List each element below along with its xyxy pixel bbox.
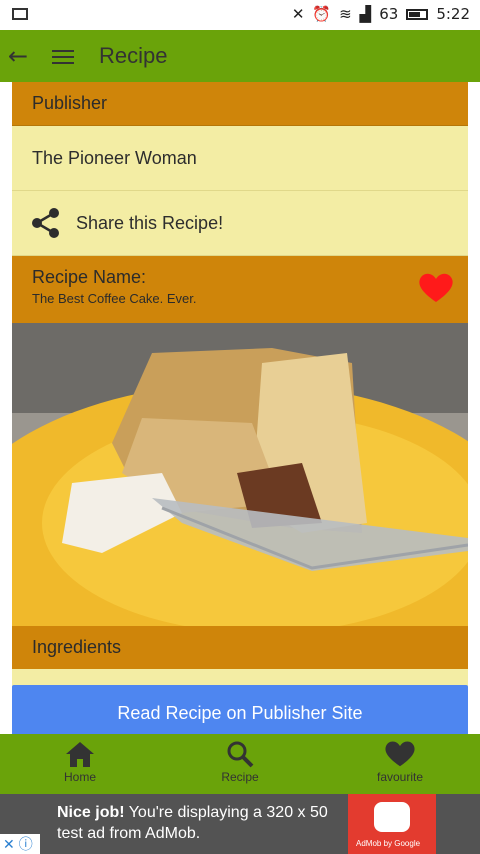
ad-banner[interactable]: Nice job! You're displaying a 320 x 50 t… <box>0 794 480 854</box>
signal-icon: ▟ <box>359 5 372 23</box>
admob-badge[interactable]: AdMob by Google <box>348 794 436 854</box>
status-bar: ✕ ⏰ ≋ ▟ 63 5:22 <box>0 0 480 30</box>
mute-icon: ✕ <box>291 5 305 23</box>
ingredients-header: Ingredients <box>12 626 468 669</box>
app-bar: ← Recipe <box>0 30 480 82</box>
search-icon <box>227 741 254 768</box>
publisher-header: Publisher <box>12 82 468 126</box>
favourite-heart-icon[interactable] <box>418 272 454 304</box>
nav-favourite-label: favourite <box>376 770 424 784</box>
read-recipe-button[interactable]: Read Recipe on Publisher Site <box>12 685 468 740</box>
hamburger-menu-icon[interactable] <box>52 46 74 64</box>
share-label: Share this Recipe! <box>76 212 224 233</box>
ad-info-icon[interactable]: ⓘ <box>19 834 33 854</box>
close-ad-icon[interactable]: ✕ <box>3 836 15 853</box>
battery-level: 63 <box>379 5 399 23</box>
nav-home[interactable]: Home <box>0 734 160 794</box>
image-notification-icon <box>12 8 28 20</box>
page-title: Recipe <box>99 43 168 68</box>
admob-logo-icon <box>374 802 410 832</box>
ad-text: Nice job! You're displaying a 320 x 50 t… <box>57 802 347 844</box>
admob-badge-text: AdMob by Google <box>356 839 421 848</box>
nav-favourite[interactable]: favourite <box>320 734 480 794</box>
recipe-name-label: Recipe Name: <box>32 267 147 287</box>
nav-home-label: Home <box>63 770 96 784</box>
recipe-name-value: The Best Coffee Cake. Ever. <box>32 291 197 306</box>
recipe-name-section: Recipe Name: The Best Coffee Cake. Ever. <box>12 256 468 323</box>
bottom-navigation: Home Recipe favourite <box>0 734 480 794</box>
share-recipe-button[interactable]: Share this Recipe! <box>12 191 468 256</box>
clock: 5:22 <box>436 5 470 23</box>
nav-recipe[interactable]: Recipe <box>160 734 320 794</box>
nav-recipe-label: Recipe <box>221 770 259 784</box>
wifi-icon: ≋ <box>339 5 352 23</box>
publisher-name: The Pioneer Woman <box>12 126 468 191</box>
share-icon <box>32 208 59 238</box>
ad-choices[interactable]: ✕ ⓘ <box>0 834 40 854</box>
status-icons: ✕ ⏰ ≋ ▟ 63 5:22 <box>292 5 470 23</box>
recipe-card: Publisher The Pioneer Woman Share this R… <box>12 82 468 734</box>
recipe-photo <box>12 323 468 626</box>
back-arrow-icon[interactable]: ← <box>8 42 28 70</box>
ad-headline: Nice job! <box>57 804 125 821</box>
battery-icon <box>406 8 429 20</box>
heart-icon <box>385 741 415 767</box>
alarm-icon: ⏰ <box>312 5 332 23</box>
home-icon <box>66 742 94 767</box>
